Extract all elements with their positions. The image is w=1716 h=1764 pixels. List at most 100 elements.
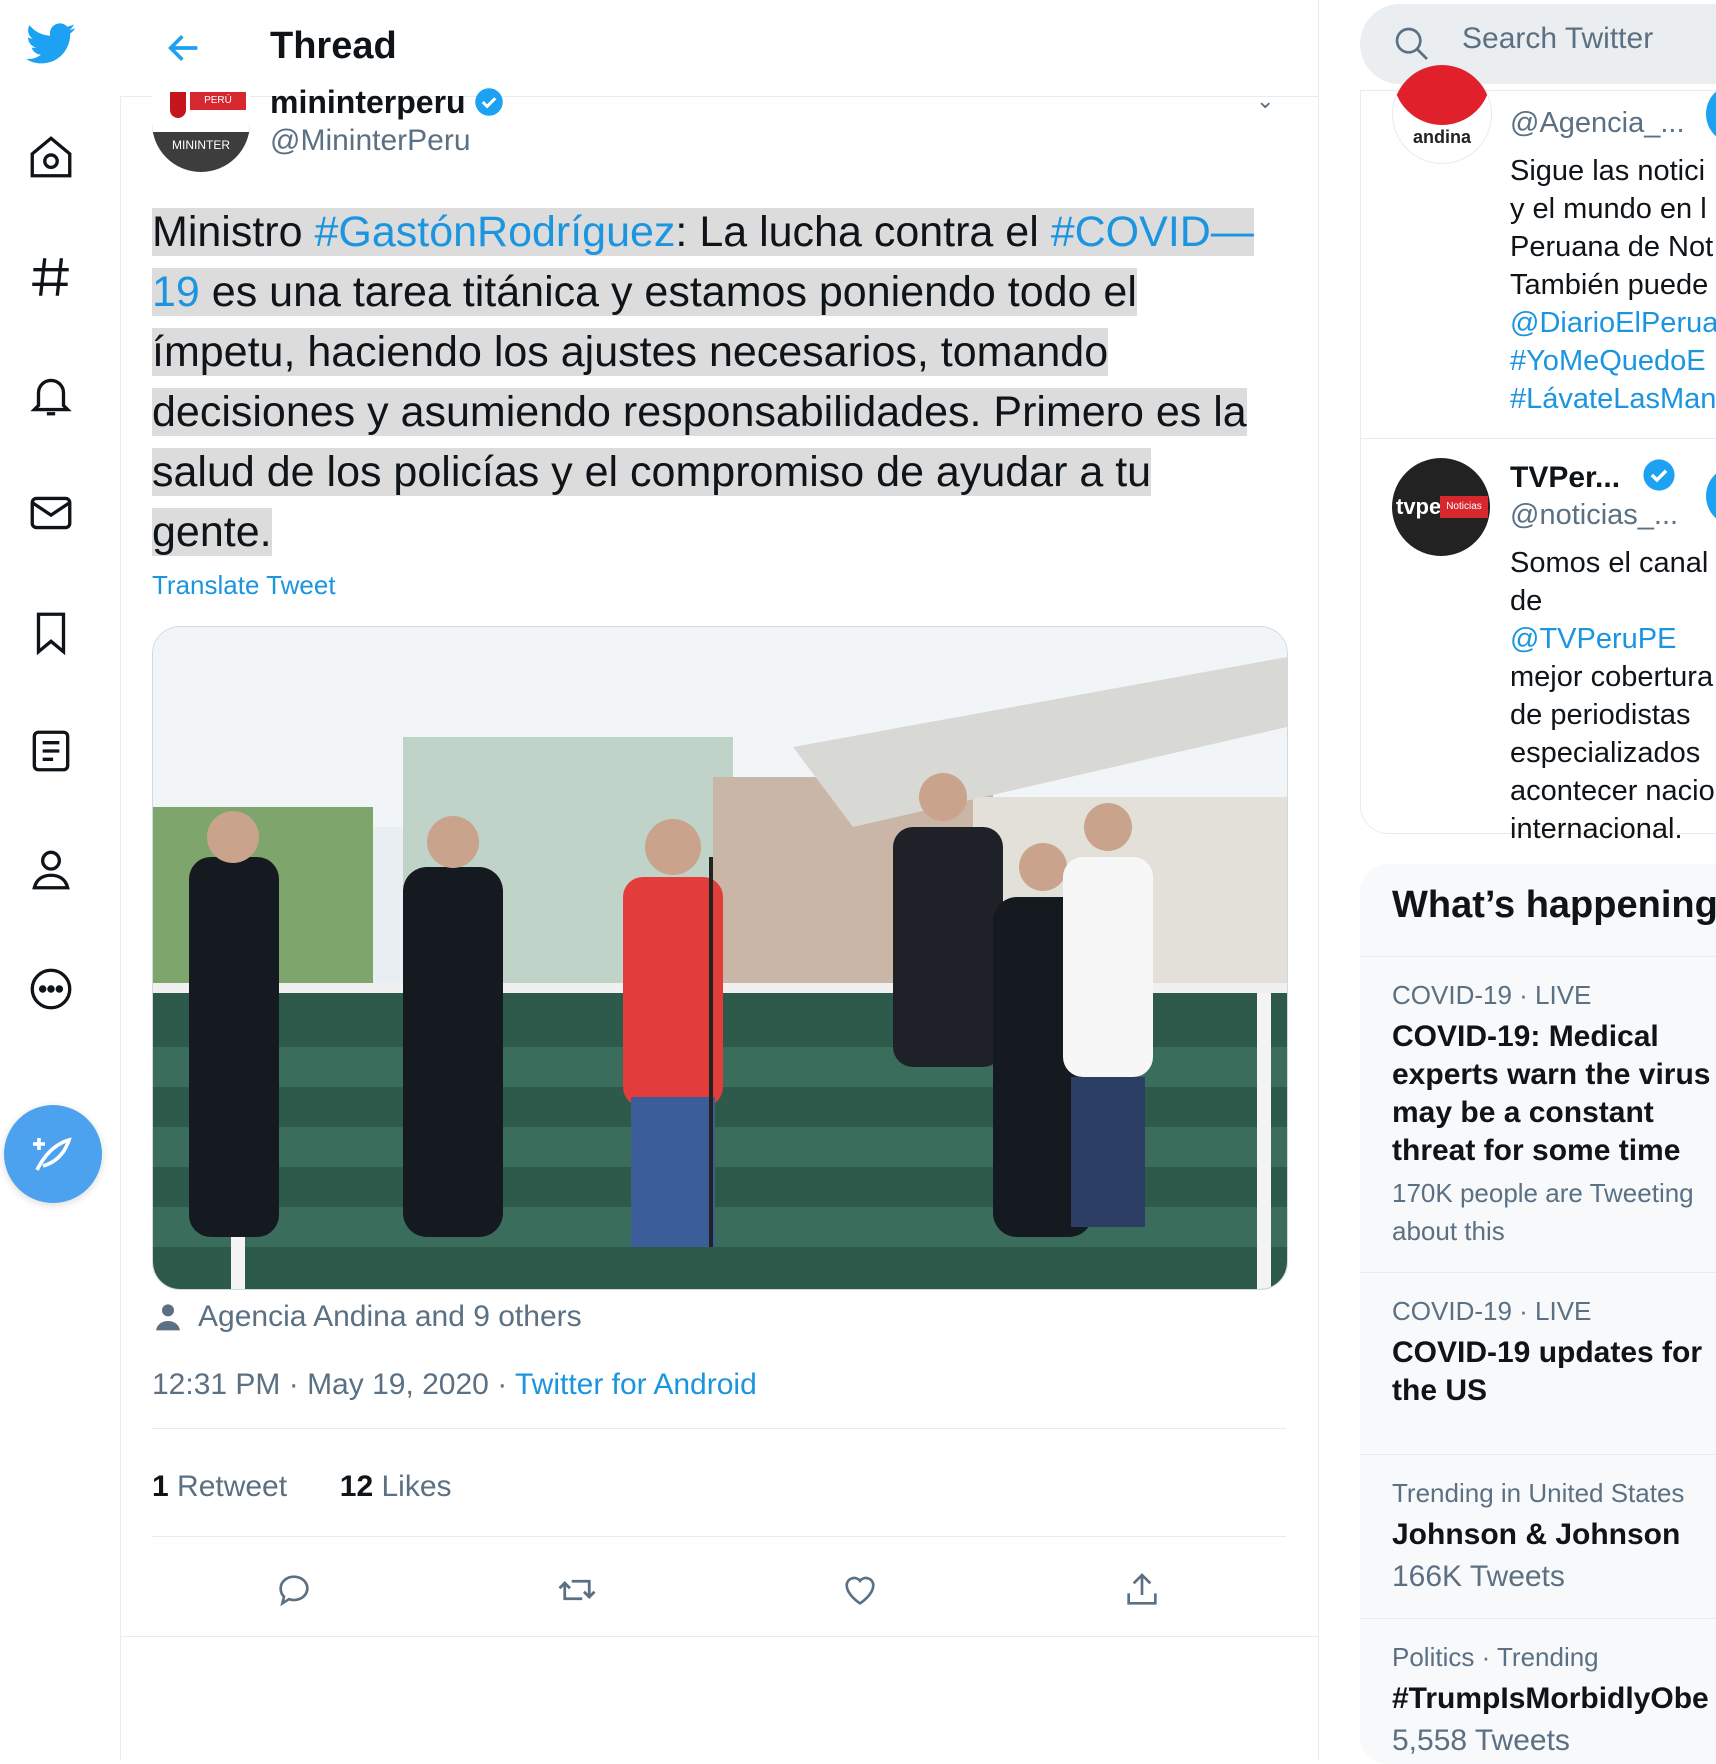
- explore-hashtag-icon[interactable]: [22, 248, 80, 306]
- trend-category: COVID-19 · LIVE: [1392, 1296, 1592, 1326]
- translate-tweet-link[interactable]: Translate Tweet: [152, 570, 336, 601]
- back-button[interactable]: [156, 20, 212, 76]
- account-avatar-label: andina: [1412, 127, 1471, 147]
- left-nav: [0, 0, 121, 1760]
- bio-line: y el mundo en l: [1510, 193, 1707, 225]
- verified-badge-icon: [475, 88, 504, 116]
- account-name-text: TVPer...: [1510, 461, 1621, 494]
- bio-link[interactable]: @DiarioElPerua: [1510, 304, 1716, 342]
- back-arrow-icon: [168, 35, 198, 61]
- tweet-text-part: : La lucha contra el: [675, 208, 1051, 256]
- trend-title: #TrumpIsMorbidlyObe: [1392, 1680, 1709, 1718]
- trend-title: Johnson & Johnson: [1392, 1516, 1680, 1554]
- page-title: Thread: [270, 25, 397, 67]
- trend-category: Politics · Trending: [1392, 1642, 1599, 1672]
- tweet-text-part: es una tarea titánica y estamos poniendo…: [152, 268, 1247, 556]
- divider: [1360, 1618, 1716, 1619]
- trend-sub-line: 166K Tweets: [1392, 1560, 1565, 1593]
- likes-stat[interactable]: 12 Likes: [340, 1470, 452, 1503]
- lists-icon[interactable]: [22, 722, 80, 780]
- tagged-people-text: Agencia Andina and 9 others: [198, 1300, 582, 1333]
- search-icon: [1395, 27, 1428, 60]
- likes-label: Likes: [373, 1470, 452, 1503]
- notifications-bell-icon[interactable]: [22, 366, 80, 424]
- tagged-people[interactable]: Agencia Andina and 9 others: [152, 1300, 582, 1334]
- search-input[interactable]: Search Twitter: [1462, 22, 1653, 56]
- compose-feather-icon: [33, 1137, 72, 1171]
- reply-icon: [279, 1575, 309, 1607]
- trend-subtitle: 166K Tweets: [1392, 1558, 1565, 1596]
- home-icon[interactable]: [22, 128, 80, 186]
- profile-person-icon[interactable]: [22, 840, 80, 898]
- share-upload-icon: [1127, 1573, 1157, 1605]
- more-options-icon[interactable]: [22, 960, 80, 1018]
- bio-link[interactable]: #LávateLasMan: [1510, 380, 1716, 418]
- bookmarks-icon[interactable]: [22, 604, 80, 662]
- reply-button[interactable]: [264, 1560, 324, 1620]
- retweet-button[interactable]: [547, 1560, 607, 1620]
- trend-title-line: the US: [1392, 1374, 1488, 1407]
- account-avatar[interactable]: andina: [1392, 64, 1492, 164]
- compose-tweet-button[interactable]: [4, 1105, 102, 1203]
- bio-line: Peruana de Not: [1510, 231, 1714, 263]
- thread-column: Thread PERÚ MININTER mininterperu @Minin…: [120, 0, 1319, 1760]
- trend-title-line: threat for some time: [1392, 1134, 1681, 1167]
- like-button[interactable]: [830, 1560, 890, 1620]
- bio-link[interactable]: @TVPeruPE: [1510, 623, 1676, 655]
- trend-sub-line: 5,558 Tweets: [1392, 1724, 1570, 1757]
- account-handle[interactable]: @noticias_...: [1510, 496, 1678, 534]
- account-name[interactable]: TVPer...: [1510, 458, 1676, 497]
- divider: [1360, 956, 1716, 957]
- person-tag-icon: [156, 1304, 180, 1331]
- timestamp-text[interactable]: 12:31 PM · May 19, 2020 ·: [152, 1368, 515, 1401]
- trend-category: COVID-19 · LIVE: [1392, 980, 1592, 1010]
- whats-happening-title: What’s happening: [1392, 884, 1716, 926]
- author-handle[interactable]: @MininterPeru: [270, 121, 471, 161]
- trend-sub-line: about this: [1392, 1216, 1505, 1246]
- trend-title-line: COVID-19: Medical: [1392, 1020, 1659, 1053]
- trend-subtitle: 5,558 Tweets: [1392, 1722, 1570, 1760]
- trend-title-line: experts warn the virus: [1392, 1058, 1711, 1091]
- bio-line: especializados: [1510, 737, 1701, 769]
- tweet-text-part: Ministro: [152, 208, 315, 256]
- twitter-logo-icon[interactable]: [22, 14, 80, 72]
- retweets-stat[interactable]: 1 Retweet: [152, 1470, 287, 1503]
- author-avatar[interactable]: PERÚ MININTER: [152, 88, 250, 172]
- author-name[interactable]: mininterperu: [270, 82, 504, 122]
- tweet-timestamp: 12:31 PM · May 19, 2020 · Twitter for An…: [152, 1368, 757, 1402]
- trend-title: COVID-19: Medical experts warn the virus…: [1392, 1018, 1710, 1170]
- divider: [152, 1536, 1286, 1537]
- likes-count: 12: [339, 1470, 374, 1503]
- divider: [1360, 1272, 1716, 1273]
- tweet-photo-image: [153, 627, 1287, 1289]
- tweet-menu-chevron-icon[interactable]: ⌄: [1256, 88, 1274, 114]
- author-name-text: mininterperu: [270, 84, 466, 120]
- retweets-label: Retweet: [168, 1470, 288, 1503]
- trend-subtitle: 170K people are Tweeting about this: [1392, 1174, 1694, 1250]
- account-avatar[interactable]: tvpe Noticias: [1392, 458, 1490, 556]
- bio-line: de periodistas: [1510, 699, 1691, 731]
- bio-line: mejor cobertura: [1510, 661, 1714, 693]
- bio-line: También puede: [1510, 269, 1709, 301]
- trend-title-line: Johnson & Johnson: [1392, 1518, 1681, 1551]
- peru-shield-icon: [170, 92, 186, 118]
- trend-title: COVID-19 updates for the US: [1392, 1334, 1702, 1410]
- account-handle[interactable]: @Agencia_...: [1510, 104, 1685, 142]
- tweet-stats: 1 Retweet 12 Likes: [152, 1470, 452, 1504]
- retweet-icon: [558, 1579, 596, 1601]
- account-avatar-sublabel: Noticias: [1440, 496, 1488, 518]
- trend-sub-line: 170K people are Tweeting: [1392, 1178, 1694, 1208]
- tweet-photo[interactable]: [152, 626, 1288, 1290]
- bio-line: Somos el canal: [1510, 547, 1709, 579]
- verified-badge-icon: [1643, 459, 1675, 491]
- messages-envelope-icon[interactable]: [22, 484, 80, 542]
- avatar-top-label: PERÚ: [190, 92, 246, 110]
- tweet-source-link[interactable]: Twitter for Android: [515, 1368, 757, 1401]
- hashtag-link[interactable]: #GastónRodríguez: [314, 208, 675, 256]
- account-bio: Somos el canal de @TVPeruPE mejor cobert…: [1510, 544, 1716, 848]
- trend-title-line: COVID-19 updates for: [1392, 1336, 1703, 1369]
- bio-link[interactable]: #YoMeQuedoE: [1510, 342, 1716, 380]
- tweet-text: Ministro #GastónRodríguez: La lucha cont…: [152, 202, 1262, 562]
- share-button[interactable]: [1112, 1560, 1172, 1620]
- bio-line: de: [1510, 585, 1543, 617]
